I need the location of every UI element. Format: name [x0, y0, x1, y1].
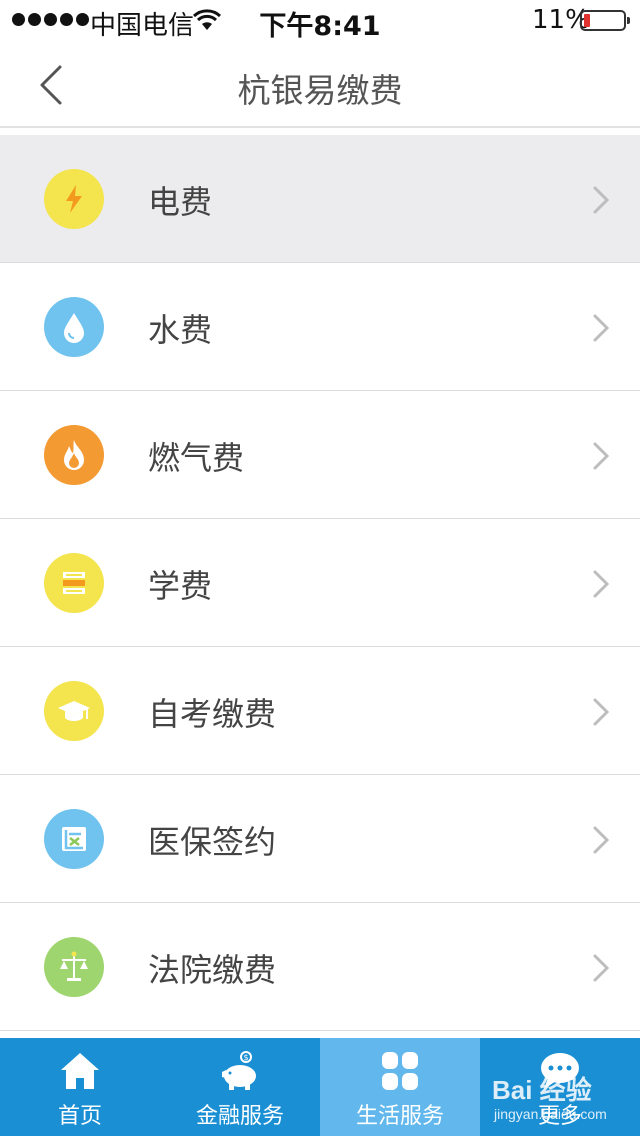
list-item-self-exam[interactable]: 自考缴费: [0, 647, 640, 775]
list-item-label: 自考缴费: [148, 695, 277, 733]
list-item-label: 医保签约: [148, 823, 277, 861]
book-stack-icon: [44, 553, 104, 613]
tab-financial-services[interactable]: $ 金融服务: [160, 1038, 320, 1136]
list-item-label: 燃气费: [148, 439, 245, 477]
graduation-cap-icon: [44, 681, 104, 741]
home-icon: [61, 1053, 99, 1089]
list-item-label: 法院缴费: [148, 951, 277, 989]
watermark-url: jingyan.baidu.com: [494, 1106, 607, 1122]
list-item-electricity[interactable]: 电费: [0, 135, 640, 263]
list-item-label: 学费: [148, 567, 213, 605]
chevron-right-icon: [593, 954, 610, 982]
tab-label: 金融服务: [195, 1104, 284, 1129]
payment-list: 电费 水费 燃气费 学费 自考缴费 医保签约 法院缴费: [0, 135, 640, 1031]
svg-text:$: $: [243, 1053, 248, 1062]
flame-icon: [44, 425, 104, 485]
medical-card-icon: [44, 809, 104, 869]
list-item-gas[interactable]: 燃气费: [0, 391, 640, 519]
list-item-label: 电费: [148, 183, 213, 221]
battery-icon: [580, 10, 630, 31]
chevron-right-icon: [593, 186, 610, 214]
status-bar: 中国电信 下午8:41 11%: [0, 0, 640, 42]
piggy-bank-icon: $: [222, 1051, 256, 1090]
tab-label: 生活服务: [355, 1104, 444, 1129]
tab-label: 首页: [57, 1104, 102, 1129]
list-item-label: 水费: [148, 311, 213, 349]
list-item-court-fee[interactable]: 法院缴费: [0, 903, 640, 1031]
chevron-right-icon: [593, 698, 610, 726]
chevron-right-icon: [593, 314, 610, 342]
page-title: 杭银易缴费: [237, 71, 403, 110]
tab-life-services[interactable]: 生活服务: [320, 1038, 480, 1136]
grid-icon: [382, 1052, 418, 1090]
water-drop-icon: [44, 297, 104, 357]
chevron-right-icon: [593, 570, 610, 598]
list-item-tuition[interactable]: 学费: [0, 519, 640, 647]
list-item-water[interactable]: 水费: [0, 263, 640, 391]
tab-home[interactable]: 首页: [0, 1038, 160, 1136]
watermark-text: Bai 经验: [492, 1075, 592, 1105]
lightning-icon: [44, 169, 104, 229]
scales-icon: [44, 937, 104, 997]
navigation-bar: 杭银易缴费: [0, 40, 640, 128]
chevron-right-icon: [593, 442, 610, 470]
baidu-jingyan-watermark: Bai 经验 jingyan.baidu.com: [490, 1046, 640, 1132]
chevron-right-icon: [593, 826, 610, 854]
list-item-medical-insurance[interactable]: 医保签约: [0, 775, 640, 903]
